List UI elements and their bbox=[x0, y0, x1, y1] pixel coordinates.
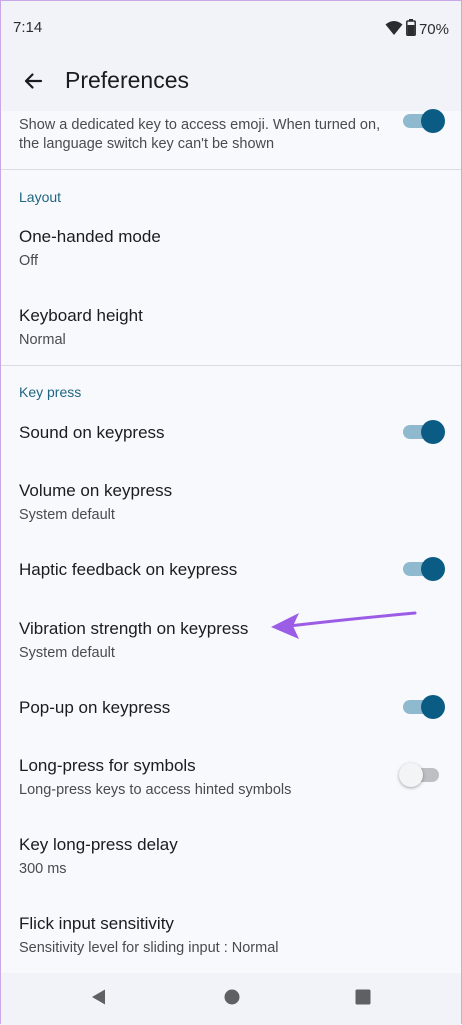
emoji-key-setting[interactable]: Show a dedicated key to access emoji. Wh… bbox=[19, 116, 389, 154]
long-press-symbols-setting[interactable]: Long-press for symbols Long-press keys t… bbox=[19, 756, 389, 800]
section-header-key-press: Key press bbox=[19, 384, 82, 400]
arrow-back-icon bbox=[23, 71, 43, 96]
divider bbox=[1, 169, 461, 170]
long-press-symbols-toggle[interactable] bbox=[399, 763, 439, 787]
popup-on-keypress-setting[interactable]: Pop-up on keypress bbox=[19, 698, 439, 718]
key-long-press-delay-value: 300 ms bbox=[19, 861, 67, 877]
long-press-symbols-description: Long-press keys to access hinted symbols bbox=[19, 782, 292, 798]
popup-on-keypress-toggle[interactable] bbox=[403, 695, 445, 719]
keyboard-height-value: Normal bbox=[19, 332, 66, 348]
status-bar: 7:14 70% bbox=[1, 1, 461, 55]
battery-percent: 70% bbox=[418, 21, 449, 38]
nav-back-button[interactable] bbox=[87, 987, 111, 1011]
status-time: 7:14 bbox=[13, 19, 43, 36]
one-handed-mode-title: One-handed mode bbox=[19, 227, 161, 246]
haptic-feedback-title: Haptic feedback on keypress bbox=[19, 560, 238, 579]
one-handed-mode-value: Off bbox=[19, 253, 39, 269]
nav-home-button[interactable] bbox=[220, 987, 244, 1011]
one-handed-mode-setting[interactable]: One-handed mode Off bbox=[19, 227, 439, 271]
volume-on-keypress-title: Volume on keypress bbox=[19, 481, 173, 500]
section-header-layout: Layout bbox=[19, 189, 62, 205]
divider bbox=[1, 365, 461, 366]
triangle-back-icon bbox=[90, 988, 108, 1011]
wifi-icon bbox=[385, 20, 403, 40]
sound-on-keypress-title: Sound on keypress bbox=[19, 423, 165, 442]
key-long-press-delay-title: Key long-press delay bbox=[19, 835, 178, 854]
sound-on-keypress-toggle[interactable] bbox=[403, 420, 445, 444]
keyboard-height-title: Keyboard height bbox=[19, 306, 143, 325]
key-long-press-delay-setting[interactable]: Key long-press delay 300 ms bbox=[19, 835, 439, 879]
keyboard-height-setting[interactable]: Keyboard height Normal bbox=[19, 306, 439, 350]
flick-input-sensitivity-description: Sensitivity level for sliding input : No… bbox=[19, 940, 279, 956]
battery-icon bbox=[406, 19, 416, 40]
haptic-feedback-toggle[interactable] bbox=[403, 557, 445, 581]
emoji-key-description: Show a dedicated key to access emoji. Wh… bbox=[19, 117, 381, 152]
back-button[interactable] bbox=[17, 67, 49, 99]
page-title: Preferences bbox=[65, 67, 190, 93]
app-bar: Preferences bbox=[1, 55, 461, 111]
status-icons: 70% bbox=[385, 19, 449, 40]
flick-input-sensitivity-setting[interactable]: Flick input sensitivity Sensitivity leve… bbox=[19, 914, 439, 958]
annotation-arrow-icon bbox=[269, 609, 417, 648]
circle-home-icon bbox=[223, 988, 241, 1011]
nav-recents-button[interactable] bbox=[351, 987, 375, 1011]
sound-on-keypress-setting[interactable]: Sound on keypress bbox=[19, 423, 439, 443]
volume-on-keypress-value: System default bbox=[19, 507, 115, 523]
system-nav-bar bbox=[1, 973, 461, 1025]
volume-on-keypress-setting[interactable]: Volume on keypress System default bbox=[19, 481, 439, 525]
popup-on-keypress-title: Pop-up on keypress bbox=[19, 698, 171, 717]
haptic-feedback-setting[interactable]: Haptic feedback on keypress bbox=[19, 560, 439, 580]
long-press-symbols-title: Long-press for symbols bbox=[19, 756, 196, 775]
square-recents-icon bbox=[354, 988, 372, 1011]
emoji-key-toggle[interactable] bbox=[403, 109, 445, 133]
flick-input-sensitivity-title: Flick input sensitivity bbox=[19, 914, 174, 933]
